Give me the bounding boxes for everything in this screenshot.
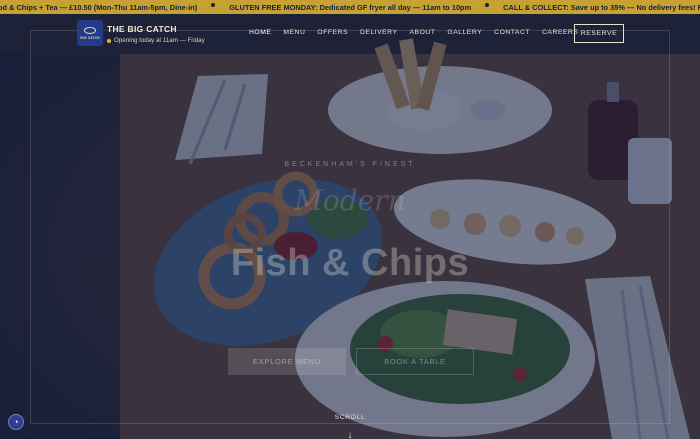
ticker-item: GLUTEN FREE MONDAY: Dedicated GF fryer a…: [229, 3, 472, 12]
hero-frame: [30, 30, 670, 424]
fish-logo-icon[interactable]: BIG CATCH: [77, 20, 103, 46]
accessibility-icon[interactable]: ◔: [8, 414, 24, 430]
nav-offers[interactable]: OFFERS: [317, 29, 348, 36]
hero-script-text: Modern: [294, 184, 406, 217]
nav-gallery[interactable]: GALLERY: [447, 29, 482, 36]
ticker-track: od & Chips + Tea — £10.50 (Mon-Thu 11am-…: [0, 3, 700, 12]
nav-home[interactable]: HOME: [249, 29, 271, 36]
opening-status: Opening today at 11am — Friday: [107, 37, 205, 44]
opening-status-text: Opening today at 11am — Friday: [114, 37, 205, 44]
main-nav: HOME MENU OFFERS DELIVERY ABOUT GALLERY …: [249, 29, 578, 36]
ticker-item: CALL & COLLECT: Save up to 35% — No deli…: [503, 3, 700, 12]
scroll-label[interactable]: SCROLL: [326, 414, 374, 421]
status-dot-icon: [107, 38, 111, 43]
brand-name[interactable]: THE BIG CATCH: [107, 24, 177, 34]
book-table-button[interactable]: BOOK A TABLE: [356, 348, 474, 375]
reserve-button[interactable]: RESERVE: [574, 24, 624, 43]
ticker-item: od & Chips + Tea — £10.50 (Mon-Thu 11am-…: [0, 3, 198, 12]
fish-icon: [84, 26, 96, 34]
logo-badge-text: BIG CATCH: [80, 35, 100, 40]
explore-menu-button[interactable]: EXPLORE MENU: [228, 348, 346, 375]
arrow-down-icon[interactable]: ↓: [344, 430, 356, 439]
nav-contact[interactable]: CONTACT: [494, 29, 530, 36]
hero-tagline: BECKENHAM'S FINEST: [284, 161, 416, 168]
nav-about[interactable]: ABOUT: [410, 29, 436, 36]
nav-careers[interactable]: CAREERS: [542, 29, 578, 36]
announcement-ticker: od & Chips + Tea — £10.50 (Mon-Thu 11am-…: [0, 0, 700, 14]
nav-delivery[interactable]: DELIVERY: [360, 29, 398, 36]
ticker-separator: [211, 3, 216, 7]
ticker-separator: [485, 3, 490, 7]
nav-menu[interactable]: MENU: [283, 29, 305, 36]
hero-section: BECKENHAM'S FINEST Modern Fish & Chips E…: [0, 14, 700, 439]
hero-headline: Fish & Chips: [230, 242, 470, 284]
